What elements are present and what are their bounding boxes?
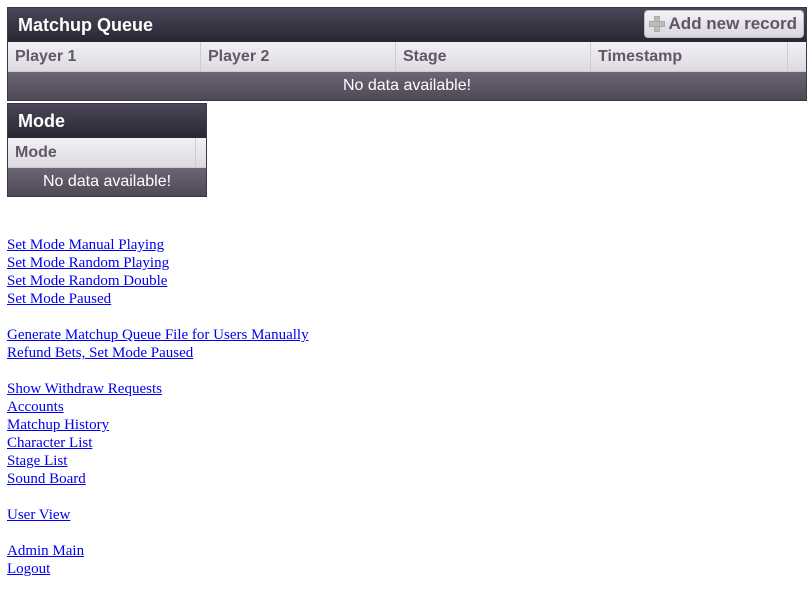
column-header-stage[interactable]: Stage: [396, 42, 591, 71]
link-set-mode-random-double[interactable]: Set Mode Random Double: [7, 272, 309, 290]
column-header-timestamp[interactable]: Timestamp: [591, 42, 788, 71]
link-logout[interactable]: Logout: [7, 560, 309, 578]
link-admin-main[interactable]: Admin Main: [7, 542, 309, 560]
link-set-mode-manual-playing[interactable]: Set Mode Manual Playing: [7, 236, 309, 254]
link-accounts[interactable]: Accounts: [7, 398, 309, 416]
column-header-mode[interactable]: Mode: [8, 138, 196, 167]
link-character-list[interactable]: Character List: [7, 434, 309, 452]
matchup-queue-no-data: No data available!: [8, 72, 806, 100]
link-user-view[interactable]: User View: [7, 506, 309, 524]
link-sound-board[interactable]: Sound Board: [7, 470, 309, 488]
link-stage-list[interactable]: Stage List: [7, 452, 309, 470]
column-header-player-1[interactable]: Player 1: [8, 42, 201, 71]
link-show-withdraw-requests[interactable]: Show Withdraw Requests: [7, 380, 309, 398]
link-matchup-history[interactable]: Matchup History: [7, 416, 309, 434]
matchup-queue-table: Matchup Queue Add new record Player 1 Pl…: [7, 7, 807, 101]
mode-title: Mode: [18, 111, 65, 131]
link-generate-matchup-queue-file[interactable]: Generate Matchup Queue File for Users Ma…: [7, 326, 309, 344]
column-header-spacer: [788, 42, 806, 71]
mode-table: Mode Mode No data available!: [7, 103, 207, 197]
add-new-record-button[interactable]: Add new record: [643, 10, 804, 38]
matchup-queue-title: Matchup Queue: [18, 15, 154, 35]
mode-title-bar: Mode: [8, 104, 206, 138]
link-refund-bets[interactable]: Refund Bets, Set Mode Paused: [7, 344, 309, 362]
plus-icon: [648, 16, 665, 32]
matchup-queue-title-bar: Matchup Queue Add new record: [8, 8, 806, 42]
column-header-player-2[interactable]: Player 2: [201, 42, 396, 71]
column-header-spacer: [196, 138, 206, 167]
mode-no-data: No data available!: [8, 168, 206, 196]
mode-header: Mode: [8, 138, 206, 168]
add-new-record-label: Add new record: [668, 14, 797, 33]
matchup-queue-header: Player 1 Player 2 Stage Timestamp: [8, 42, 806, 72]
admin-links: Set Mode Manual Playing Set Mode Random …: [7, 236, 309, 578]
link-set-mode-paused[interactable]: Set Mode Paused: [7, 290, 309, 308]
link-set-mode-random-playing[interactable]: Set Mode Random Playing: [7, 254, 309, 272]
